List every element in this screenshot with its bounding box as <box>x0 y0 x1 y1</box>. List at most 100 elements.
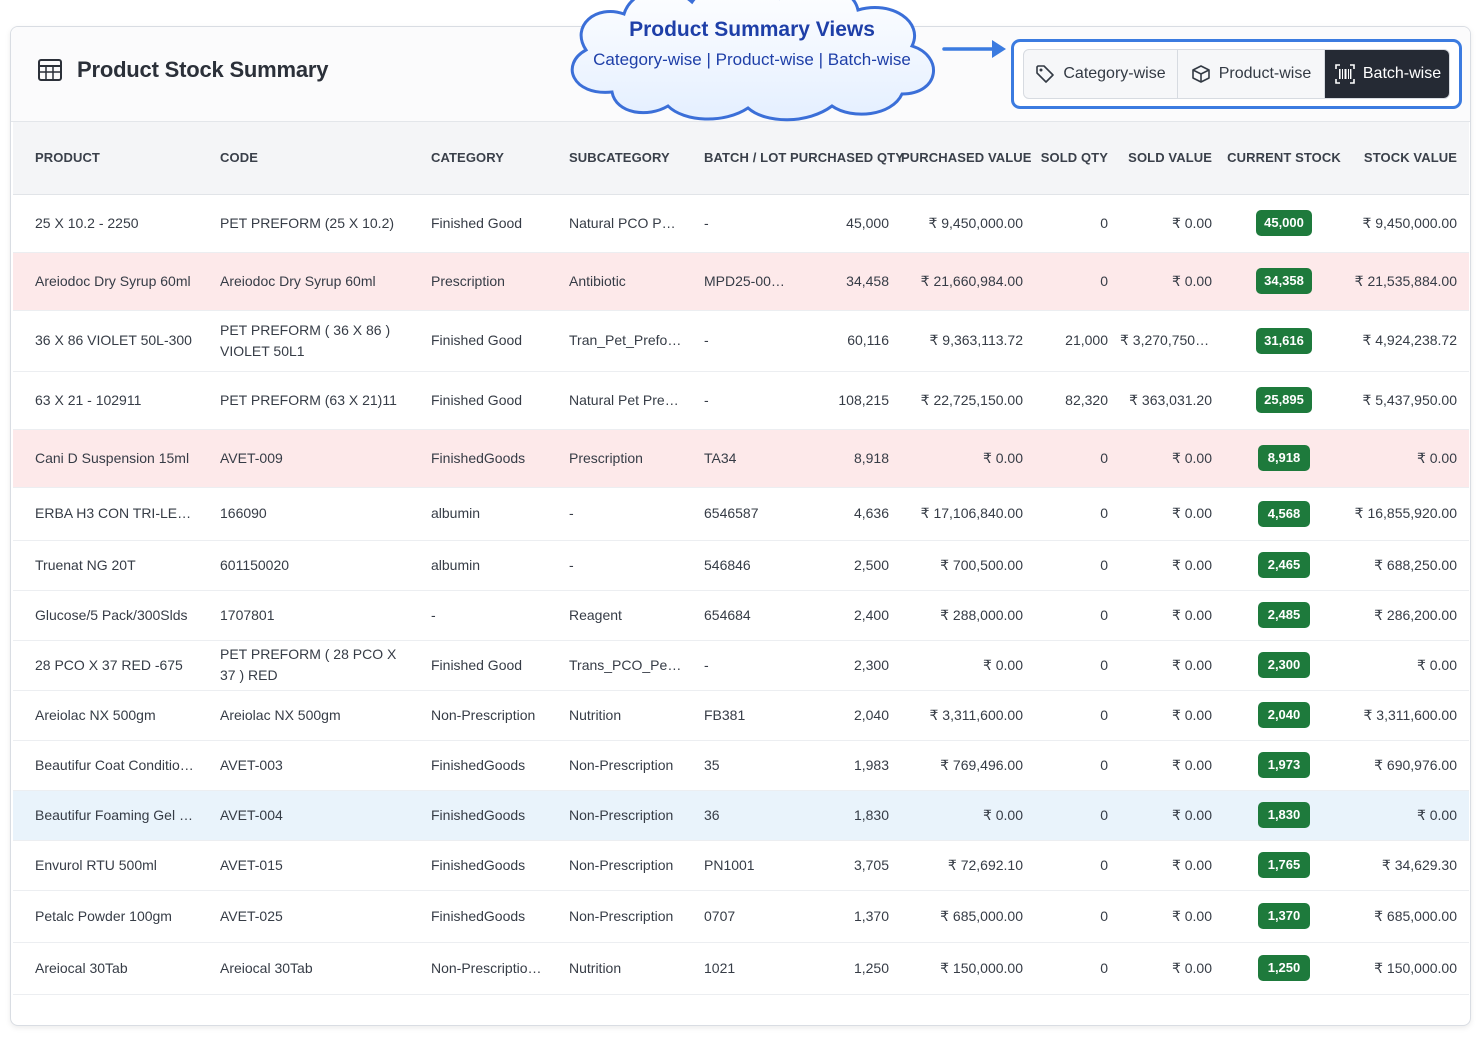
cell-category: FinishedGoods <box>409 740 547 791</box>
col-header-code[interactable]: CODE <box>198 122 409 195</box>
cell-product: Truenat NG 20T <box>13 540 198 591</box>
cell-purchased-qty: 2,040 <box>790 690 901 741</box>
col-header-stock-value[interactable]: STOCK VALUE <box>1344 122 1469 195</box>
table-row[interactable]: Cani D Suspension 15ml AVET-009 FinishedGo… <box>13 429 1469 488</box>
cell-category: FinishedGoods <box>409 790 547 841</box>
cell-batch: PN1001 <box>682 840 790 891</box>
table-row[interactable]: Beautifur Foaming Gel 200mlAVET-004Finis… <box>13 790 1469 841</box>
cell-batch: - <box>682 310 790 372</box>
cell-purchased-value: ₹ 0.00 <box>901 790 1035 841</box>
col-header-purchased-qty[interactable]: PURCHASED QTY <box>790 122 904 195</box>
table-row[interactable]: Envurol RTU 500ml AVET-015 FinishedGoods No… <box>13 840 1469 891</box>
cell-product: Cani D Suspension 15ml <box>13 429 198 488</box>
cell-subcategory: Natural Pet Prefo... <box>547 371 682 430</box>
cell-code: PET PREFORM (63 X 21)11 <box>198 371 409 430</box>
cell-purchased-qty: 8,918 <box>790 429 901 488</box>
table-row[interactable]: Glucose/5 Pack/300Slds 1707801- Reagent 654… <box>13 590 1469 641</box>
cell-purchased-qty: 45,000 <box>790 194 901 253</box>
table-row[interactable]: 63 X 21 - 102911 PET PREFORM (63 X 21)11 F… <box>13 371 1469 430</box>
cell-purchased-value: ₹ 150,000.00 <box>901 942 1035 995</box>
cell-subcategory: - <box>547 540 682 591</box>
cell-batch: 654684 <box>682 590 790 641</box>
cell-code: AVET-004 <box>198 790 409 841</box>
cell-purchased-value: ₹ 9,450,000.00 <box>901 194 1035 253</box>
table-row[interactable]: Beautifur Coat Conditioner ... AVET-003 Fi… <box>13 740 1469 791</box>
cell-purchased-value: ₹ 17,106,840.00 <box>901 487 1035 541</box>
cell-code: PET PREFORM ( 28 PCO X 37 ) RED <box>198 640 409 691</box>
cell-batch: MPD25-0070A <box>682 252 790 311</box>
col-header-product[interactable]: PRODUCT <box>13 122 198 195</box>
cell-purchased-qty: 1,370 <box>790 890 901 943</box>
cell-stock-value: ₹ 0.00 <box>1344 640 1469 691</box>
cell-sold-value: ₹ 0.00 <box>1120 540 1224 591</box>
table-row[interactable]: Truenat NG 20T 601150020 albumin -546846 2,5… <box>13 540 1469 591</box>
cell-sold-qty: 0 <box>1035 590 1120 641</box>
stock-table: PRODUCT CODE CATEGORY SUBCATEGORY BATCH … <box>13 122 1469 995</box>
category-wise-tab[interactable]: Category-wise <box>1024 50 1178 98</box>
page-title: Product Stock Summary <box>77 57 329 82</box>
cell-sold-value: ₹ 0.00 <box>1120 590 1224 641</box>
table-row[interactable]: ERBA H3 CON TRI-LEVEL (3...166090albumin… <box>13 487 1469 541</box>
cell-current-stock: 1,973 <box>1224 740 1344 791</box>
cell-sold-qty: 0 <box>1035 540 1120 591</box>
cell-product: Glucose/5 Pack/300Slds <box>13 590 198 641</box>
cell-stock-value: ₹ 21,535,884.00 <box>1344 252 1469 311</box>
table-row[interactable]: Areiocal 30Tab Areiocal 30Tab Non-Prescrip… <box>13 942 1469 995</box>
current-stock-badge: 1,250 <box>1258 955 1310 981</box>
cell-category: FinishedGoods <box>409 429 547 488</box>
col-header-purchased-value[interactable]: PURCHASED VALUE <box>901 122 1035 195</box>
cell-purchased-qty: 2,300 <box>790 640 901 691</box>
cell-stock-value: ₹ 0.00 <box>1344 790 1469 841</box>
cell-product: 63 X 21 - 102911 <box>13 371 198 430</box>
table-row[interactable]: 36 X 86 VIOLET 50L-300 PET PREFORM ( 36 X… <box>13 310 1469 372</box>
col-header-category[interactable]: CATEGORY <box>409 122 547 195</box>
cell-code: 1707801 <box>198 590 409 641</box>
table-row[interactable]: Petalc Powder 100gm AVET-025 FinishedGoods… <box>13 890 1469 943</box>
cell-batch: 0707 <box>682 890 790 943</box>
batch-wise-tab[interactable]: Batch-wise <box>1325 50 1449 98</box>
cell-subcategory: Reagent <box>547 590 682 641</box>
cell-current-stock: 2,040 <box>1224 690 1344 741</box>
col-header-sold-value[interactable]: SOLD VALUE <box>1120 122 1224 195</box>
table-row[interactable]: 28 PCO X 37 RED -675 PET PREFORM ( 28 PCO… <box>13 640 1469 691</box>
cell-code: PET PREFORM ( 36 X 86 ) VIOLET 50L1 <box>198 310 409 372</box>
col-header-current-stock[interactable]: CURRENT STOCK <box>1224 122 1344 195</box>
cell-product: 28 PCO X 37 RED -675 <box>13 640 198 691</box>
cell-batch: 6546587 <box>682 487 790 541</box>
cell-category: albumin <box>409 540 547 591</box>
cell-category: Finished Good <box>409 640 547 691</box>
summary-views-callout: Product Summary Views Category-wise | Pr… <box>552 0 952 124</box>
table-row[interactable]: Areiolac NX 500gm Areiolac NX 500gm Non-Pr… <box>13 690 1469 741</box>
cell-product: Beautifur Coat Conditioner ... <box>13 740 198 791</box>
cell-sold-value: ₹ 0.00 <box>1120 252 1224 311</box>
cell-purchased-value: ₹ 769,496.00 <box>901 740 1035 791</box>
cell-sold-value: ₹ 0.00 <box>1120 487 1224 541</box>
cell-code: PET PREFORM (25 X 10.2) <box>198 194 409 253</box>
col-header-subcategory[interactable]: SUBCATEGORY <box>547 122 682 195</box>
cell-current-stock: 1,370 <box>1224 890 1344 943</box>
cell-sold-qty: 0 <box>1035 840 1120 891</box>
cell-current-stock: 8,918 <box>1224 429 1344 488</box>
cell-purchased-qty: 1,830 <box>790 790 901 841</box>
callout-subtitle: Category-wise | Product-wise | Batch-wis… <box>593 50 911 69</box>
cell-sold-value: ₹ 0.00 <box>1120 740 1224 791</box>
cell-purchased-qty: 34,458 <box>790 252 901 311</box>
col-header-sold-qty[interactable]: SOLD QTY <box>1035 122 1120 195</box>
cell-sold-value: ₹ 0.00 <box>1120 429 1224 488</box>
table-row[interactable]: Areiodoc Dry Syrup 60ml Areiodoc Dry Syru… <box>13 252 1469 311</box>
cell-current-stock: 1,830 <box>1224 790 1344 841</box>
current-stock-badge: 1,830 <box>1258 802 1310 828</box>
batch-wise-label: Batch-wise <box>1362 65 1442 82</box>
cell-code: 166090 <box>198 487 409 541</box>
cell-current-stock: 31,616 <box>1224 310 1344 372</box>
cell-category: Finished Good <box>409 194 547 253</box>
cell-sold-value: ₹ 0.00 <box>1120 790 1224 841</box>
cell-batch: 546846 <box>682 540 790 591</box>
cell-category: Prescription <box>409 252 547 311</box>
cell-stock-value: ₹ 34,629.30 <box>1344 840 1469 891</box>
cell-stock-value: ₹ 286,200.00 <box>1344 590 1469 641</box>
cell-sold-qty: 0 <box>1035 740 1120 791</box>
table-row[interactable]: 25 X 10.2 - 2250 PET PREFORM (25 X 10.2) F… <box>13 194 1469 253</box>
col-header-batch[interactable]: BATCH / LOT <box>682 122 790 195</box>
product-wise-tab[interactable]: Product-wise <box>1178 50 1325 98</box>
